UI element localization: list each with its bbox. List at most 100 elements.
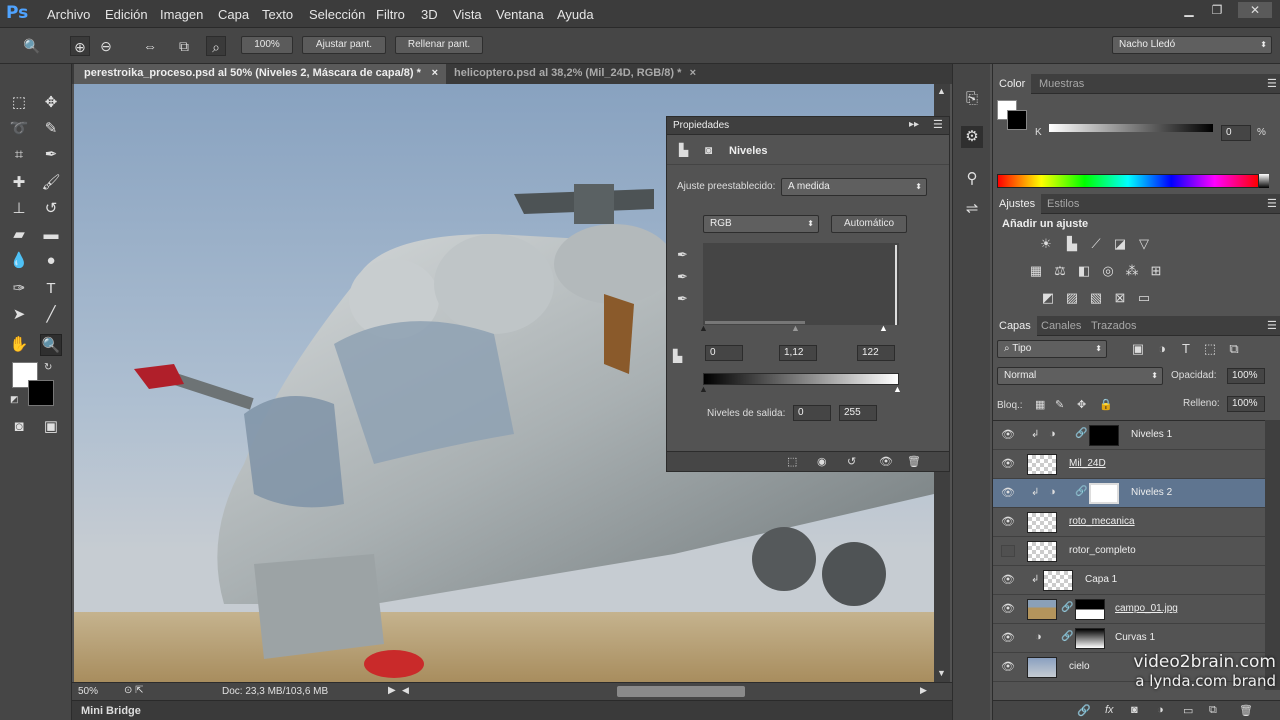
output-white-slider[interactable]: ▲ bbox=[893, 384, 902, 394]
minimize-icon[interactable]: ▁ bbox=[1176, 2, 1202, 18]
eraser-icon[interactable]: ▰ bbox=[8, 224, 30, 246]
input-black-slider[interactable]: ▲ bbox=[699, 323, 708, 333]
tool-presets-icon[interactable]: ⇌ bbox=[961, 198, 983, 220]
layer-row[interactable]: 👁 ◑ 🔗 Curvas 1 bbox=[993, 624, 1265, 653]
line-tool-icon[interactable]: ╱ bbox=[40, 304, 62, 326]
collapse-icon[interactable]: ▸▸ bbox=[909, 119, 919, 130]
scrubby-zoom-icon[interactable]: ⌕ bbox=[206, 36, 226, 56]
k-slider[interactable] bbox=[1049, 124, 1213, 132]
menu-3d[interactable]: 3D bbox=[421, 7, 438, 22]
lock-all-icon[interactable]: 🔒 bbox=[1099, 398, 1113, 411]
zoom-tool-active-icon[interactable]: 🔍 bbox=[40, 334, 62, 356]
menu-imagen[interactable]: Imagen bbox=[160, 7, 203, 22]
eyedropper-icon[interactable]: ✒ bbox=[40, 144, 62, 166]
k-value[interactable]: 0 bbox=[1221, 125, 1251, 141]
fit-screen-button[interactable]: Ajustar pant. bbox=[302, 36, 386, 54]
exposure-icon[interactable]: ◪ bbox=[1111, 236, 1129, 252]
screen-mode-icon[interactable]: ▣ bbox=[40, 416, 62, 438]
delete-layer-icon[interactable]: 🗑 bbox=[1239, 704, 1253, 717]
bw-ramp[interactable] bbox=[1259, 174, 1269, 188]
zoom-level[interactable]: 50% bbox=[78, 686, 98, 697]
gradient-map-icon[interactable]: ▭ bbox=[1135, 290, 1153, 306]
curves-icon[interactable]: ⟋ bbox=[1087, 236, 1105, 252]
auto-button[interactable]: Automático bbox=[831, 215, 907, 233]
menu-ayuda[interactable]: Ayuda bbox=[557, 7, 594, 22]
lock-transparent-icon[interactable]: ▦ bbox=[1035, 398, 1045, 411]
white-eyedropper-icon[interactable]: ✒ bbox=[677, 291, 688, 307]
output-black-field[interactable]: 0 bbox=[793, 405, 831, 421]
color-balance-icon[interactable]: ⚖ bbox=[1051, 263, 1069, 279]
gray-eyedropper-icon[interactable]: ✒ bbox=[677, 269, 688, 285]
horizontal-scroll-thumb[interactable] bbox=[617, 686, 745, 697]
layer-row[interactable]: 👁 Mil_24D bbox=[993, 450, 1265, 479]
levels-icon[interactable]: ▙ bbox=[1063, 236, 1081, 252]
fill-field[interactable]: 100% bbox=[1227, 396, 1265, 412]
photo-filter-icon[interactable]: ◎ bbox=[1099, 263, 1117, 279]
menu-texto[interactable]: Texto bbox=[262, 7, 293, 22]
new-group-icon[interactable]: ▭ bbox=[1183, 704, 1193, 717]
menu-archivo[interactable]: Archivo bbox=[47, 7, 90, 22]
new-layer-icon[interactable]: ⧉ bbox=[1209, 704, 1217, 717]
move-tool-icon[interactable]: ✥ bbox=[40, 92, 62, 114]
channel-mixer-icon[interactable]: ⁂ bbox=[1123, 263, 1141, 279]
reset-icon[interactable]: ↺ bbox=[847, 455, 856, 468]
fill-screen-button[interactable]: Rellenar pant. bbox=[395, 36, 483, 54]
zoom-tool-icon[interactable]: 🔍 bbox=[22, 36, 42, 56]
restore-icon[interactable]: ❐ bbox=[1204, 2, 1230, 18]
resize-windows-icon[interactable]: ⇔ bbox=[140, 36, 160, 56]
path-selection-icon[interactable]: ➤ bbox=[8, 304, 30, 326]
gradient-icon[interactable]: ▬ bbox=[40, 224, 62, 246]
hue-saturation-icon[interactable]: ▦ bbox=[1027, 263, 1045, 279]
brush-icon[interactable]: 🖌 bbox=[40, 172, 62, 194]
quick-mask-icon[interactable]: ◙ bbox=[8, 416, 30, 438]
clip-to-layer-icon[interactable]: ⬚ bbox=[787, 455, 797, 468]
tab-canales[interactable]: Canales bbox=[1035, 316, 1087, 336]
type-tool-icon[interactable]: T bbox=[40, 278, 62, 300]
color-lookup-icon[interactable]: ⊞ bbox=[1147, 263, 1165, 279]
zoom-all-windows-icon[interactable]: ⧉ bbox=[174, 36, 194, 56]
tab-capas[interactable]: Capas bbox=[993, 316, 1037, 336]
invert-icon[interactable]: ◩ bbox=[1039, 290, 1057, 306]
zoom-out-icon[interactable]: ⊖ bbox=[96, 36, 116, 56]
scroll-up-icon[interactable]: ▲ bbox=[937, 86, 946, 96]
eye-icon[interactable]: 👁 bbox=[1001, 661, 1015, 673]
eye-icon[interactable]: 👁 bbox=[1001, 574, 1015, 586]
close-icon[interactable]: × bbox=[690, 64, 696, 83]
healing-brush-icon[interactable]: ✚ bbox=[8, 172, 30, 194]
history-panel-icon[interactable]: ⎘ bbox=[961, 88, 983, 110]
mini-bridge-bar[interactable]: Mini Bridge bbox=[72, 700, 952, 720]
selective-color-icon[interactable]: ⊠ bbox=[1111, 290, 1129, 306]
layer-row[interactable]: 👁 ↲ Capa 1 bbox=[993, 566, 1265, 595]
tab-ajustes[interactable]: Ajustes bbox=[993, 194, 1042, 214]
input-white-field[interactable]: 122 bbox=[857, 345, 895, 361]
preset-select[interactable]: A medida ⬍ bbox=[781, 178, 927, 196]
menu-seleccion[interactable]: Selección bbox=[309, 7, 365, 22]
menu-filtro[interactable]: Filtro bbox=[376, 7, 405, 22]
background-color-swatch[interactable] bbox=[28, 380, 54, 406]
menu-capa[interactable]: Capa bbox=[218, 7, 249, 22]
properties-panel-icon[interactable]: ⚙ bbox=[961, 126, 983, 148]
black-white-icon[interactable]: ◧ bbox=[1075, 263, 1093, 279]
tab-trazados[interactable]: Trazados bbox=[1085, 316, 1142, 336]
lock-position-icon[interactable]: ✥ bbox=[1077, 398, 1086, 411]
input-black-field[interactable]: 0 bbox=[705, 345, 743, 361]
tab-helicoptero[interactable]: helicoptero.psd al 38,2% (Mil_24D, RGB/8… bbox=[444, 64, 702, 84]
view-previous-icon[interactable]: ◉ bbox=[817, 455, 827, 468]
filter-type-icon[interactable]: T bbox=[1177, 341, 1195, 357]
layers-scrollbar[interactable] bbox=[1265, 420, 1280, 690]
rectangular-marquee-icon[interactable]: ⬚ bbox=[8, 92, 30, 114]
close-window-icon[interactable]: ✕ bbox=[1238, 2, 1272, 18]
levels-histogram-icon[interactable]: ▙ bbox=[679, 143, 688, 157]
lock-pixels-icon[interactable]: ✎ bbox=[1055, 398, 1064, 411]
layer-filter-select[interactable]: ⌕ Tipo ⬍ bbox=[997, 340, 1107, 358]
dodge-icon[interactable]: ● bbox=[40, 250, 62, 272]
input-gamma-slider[interactable]: ▲ bbox=[791, 323, 800, 333]
filter-shape-icon[interactable]: ⬚ bbox=[1201, 341, 1219, 357]
output-black-slider[interactable]: ▲ bbox=[699, 384, 708, 394]
black-eyedropper-icon[interactable]: ✒ bbox=[677, 247, 688, 263]
tab-muestras[interactable]: Muestras bbox=[1033, 74, 1090, 94]
delete-icon[interactable]: 🗑 bbox=[907, 455, 921, 468]
eye-icon[interactable]: 👁 bbox=[1001, 487, 1015, 499]
status-menu-arrow-icon[interactable]: ▶ bbox=[388, 685, 396, 696]
fx-icon[interactable]: fx bbox=[1105, 704, 1114, 716]
